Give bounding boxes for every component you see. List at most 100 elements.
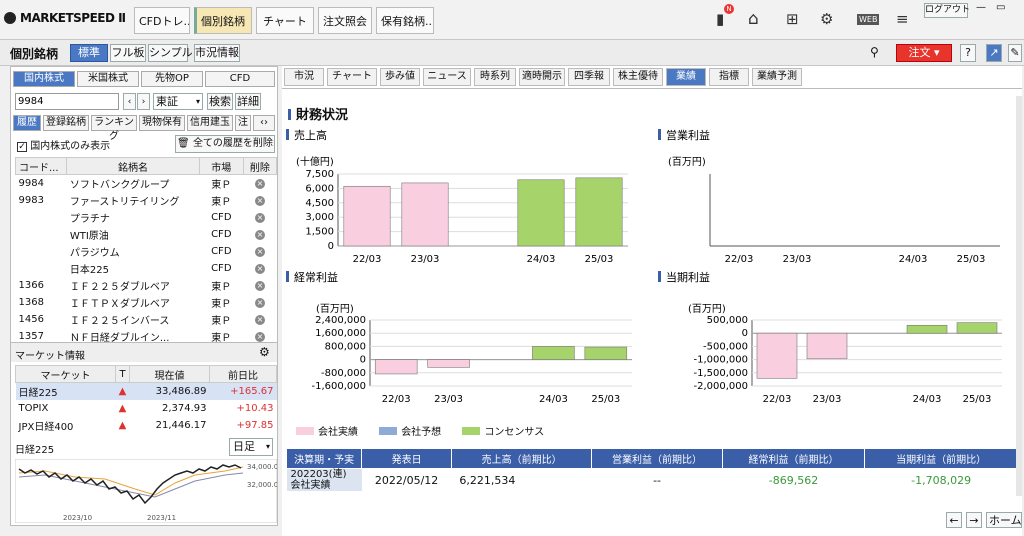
tab-history[interactable]: 履歴 <box>13 115 41 131</box>
next-code-button[interactable]: › <box>137 93 150 110</box>
history-row[interactable]: 日本225 CFD × <box>16 260 277 277</box>
menu-icon[interactable]: ≡ <box>896 10 909 28</box>
history-market: CFD <box>211 262 232 274</box>
delete-icon[interactable]: × <box>243 175 276 192</box>
notification-icon[interactable]: ▮ N <box>716 4 734 28</box>
tab-us-stock[interactable]: 米国株式 <box>77 71 139 87</box>
prev-code-button[interactable]: ‹ <box>123 93 136 110</box>
tab-individual-stock[interactable]: 個別銘柄 <box>194 7 252 34</box>
main-tab-11[interactable]: 業績予測 <box>752 68 802 86</box>
x-tick-label: 22/03 <box>382 394 411 405</box>
tab-registered[interactable]: 登録銘柄 <box>43 115 89 131</box>
delete-icon[interactable]: × <box>243 260 276 277</box>
main-tab-3[interactable]: 歩み値 <box>380 68 420 86</box>
home-icon[interactable]: ⌂ <box>748 10 759 28</box>
home-button[interactable]: ホーム <box>986 512 1022 528</box>
history-row[interactable]: 1366 ＩＦ２２５ダブルベア 東Ｐ × <box>16 277 277 294</box>
detail-button[interactable]: 詳細 <box>235 93 261 110</box>
tab-margin-positions[interactable]: 信用建玉 <box>187 115 233 131</box>
history-row[interactable]: プラチナ CFD × <box>16 209 277 226</box>
tab-ranking[interactable]: ランキング <box>91 115 137 142</box>
market-row[interactable]: JPX日経400 ▲ 21,446.17 +97.85 <box>16 417 277 434</box>
col-name[interactable]: 銘柄名 <box>66 157 200 175</box>
search-button[interactable]: 検索 <box>207 93 233 110</box>
history-row[interactable]: WTI原油 CFD × <box>16 226 277 243</box>
main-tab-6[interactable]: 適時開示 <box>519 68 565 86</box>
delete-all-history-button[interactable]: 🗑 全ての履歴を削除 <box>175 135 275 153</box>
col-code[interactable]: コード... <box>14 157 68 175</box>
help-icon[interactable]: ? <box>960 44 976 62</box>
summary-period[interactable]: 202203(連) 会社実績 <box>286 468 362 491</box>
history-row[interactable]: 1368 ＩＦＴＰＸダブルベア 東Ｐ × <box>16 294 277 311</box>
gear-icon[interactable]: ⚙ <box>820 10 833 28</box>
main-tab-10[interactable]: 指標 <box>709 68 749 86</box>
back-button[interactable]: ← <box>946 512 962 528</box>
gear-icon[interactable]: ⚙ <box>259 345 270 359</box>
tab-more[interactable]: 注 <box>235 115 251 131</box>
sub-toolbar: 個別銘柄 標準 フル板 シンプル 市況情報 ⚲ 注文 ▾ ? ↗ ✎ <box>0 40 1024 66</box>
main-tab-4[interactable]: ニュース <box>423 68 471 86</box>
main-tab-2[interactable]: チャート <box>327 68 377 86</box>
summary-ordinary: -869,562 <box>768 473 819 487</box>
delete-icon[interactable]: × <box>243 243 276 260</box>
y-tick-label: 500,000 <box>707 315 748 326</box>
exchange-select[interactable]: 東証 ▾ <box>153 93 203 110</box>
delete-icon[interactable]: × <box>243 277 276 294</box>
tab-futures-op[interactable]: 先物OP <box>141 71 203 87</box>
period-select[interactable]: 日足 ▾ <box>229 438 273 456</box>
forward-button[interactable]: → <box>966 512 982 528</box>
tab-order-status[interactable]: 注文照会 <box>318 7 372 34</box>
link-icon[interactable]: ⚲ <box>870 45 879 59</box>
tab-spot-holdings[interactable]: 現物保有 <box>139 115 185 131</box>
trash-icon: 🗑 <box>177 138 190 149</box>
delete-icon[interactable]: × <box>243 311 276 328</box>
main-tab-9[interactable]: 業績 <box>666 68 706 86</box>
tab-cfd[interactable]: CFD <box>205 71 275 87</box>
y-tick-label: 7,500 <box>305 169 334 180</box>
code-input[interactable] <box>15 93 119 110</box>
tool-icon[interactable]: ✎ <box>1008 44 1022 62</box>
view-simple-button[interactable]: シンプル <box>148 44 193 62</box>
history-market: 東Ｐ <box>211 179 232 191</box>
view-full-board-button[interactable]: フル板 <box>110 44 146 62</box>
domestic-only-checkbox[interactable]: ✓ 国内株式のみ表示 <box>17 137 110 152</box>
history-row[interactable]: 9984 ソフトバンクグループ 東Ｐ × <box>16 175 277 192</box>
minimize-icon[interactable]: — <box>976 2 986 13</box>
history-code <box>16 209 67 226</box>
order-button[interactable]: 注文 ▾ <box>896 44 952 62</box>
top-bar: MARKETSPEED Ⅱ CFDトレ... 個別銘柄 チャート 注文照会 保有… <box>0 0 1024 40</box>
add-window-icon[interactable]: ⊞ <box>786 10 799 28</box>
delete-icon[interactable]: × <box>243 226 276 243</box>
up-arrow-icon: ▲ <box>118 402 127 414</box>
popout-icon[interactable]: ↗ <box>986 44 1002 62</box>
history-row[interactable]: 1456 ＩＦ２２５インバース 東Ｐ × <box>16 311 277 328</box>
maximize-icon[interactable]: ▭ <box>996 2 1005 13</box>
mini-chart[interactable]: 34,000.0 32,000.0 2023/10 2023/11 <box>15 459 277 523</box>
col-market[interactable]: 市場 <box>198 157 244 175</box>
main-tab-5[interactable]: 時系列 <box>474 68 516 86</box>
view-standard-button[interactable]: 標準 <box>70 44 108 62</box>
bar-consensus <box>584 346 628 360</box>
main-tab-8[interactable]: 株主優待 <box>613 68 663 86</box>
tab-domestic-stock[interactable]: 国内株式 <box>13 71 75 87</box>
delete-icon[interactable]: × <box>243 209 276 226</box>
main-tab-7[interactable]: 四季報 <box>568 68 610 86</box>
delete-icon[interactable]: × <box>243 192 276 209</box>
history-market: 東Ｐ <box>211 315 232 327</box>
history-row[interactable]: パラジウム CFD × <box>16 243 277 260</box>
market-row[interactable]: TOPIX ▲ 2,374.93 +10.43 <box>16 400 277 417</box>
market-price: 21,446.17 <box>155 419 207 431</box>
tab-cfd-trade[interactable]: CFDトレ... <box>134 7 190 34</box>
main-tab-1[interactable]: 市況 <box>284 68 324 86</box>
market-info-button[interactable]: 市況情報 <box>194 44 240 62</box>
scrollbar[interactable] <box>1016 96 1022 496</box>
tab-scroll-arrows[interactable]: ‹› <box>253 115 275 131</box>
history-row[interactable]: 9983 ファーストリテイリング 東Ｐ × <box>16 192 277 209</box>
delete-icon[interactable]: × <box>243 294 276 311</box>
tab-holdings[interactable]: 保有銘柄... <box>376 7 434 34</box>
tab-chart[interactable]: チャート <box>256 7 314 34</box>
web-icon[interactable]: WEB <box>857 14 880 25</box>
market-row[interactable]: 日経225 ▲ 33,486.89 +165.67 <box>15 382 277 400</box>
col-delete[interactable]: 削除 <box>242 157 278 175</box>
logout-button[interactable]: ログアウト <box>924 3 970 18</box>
